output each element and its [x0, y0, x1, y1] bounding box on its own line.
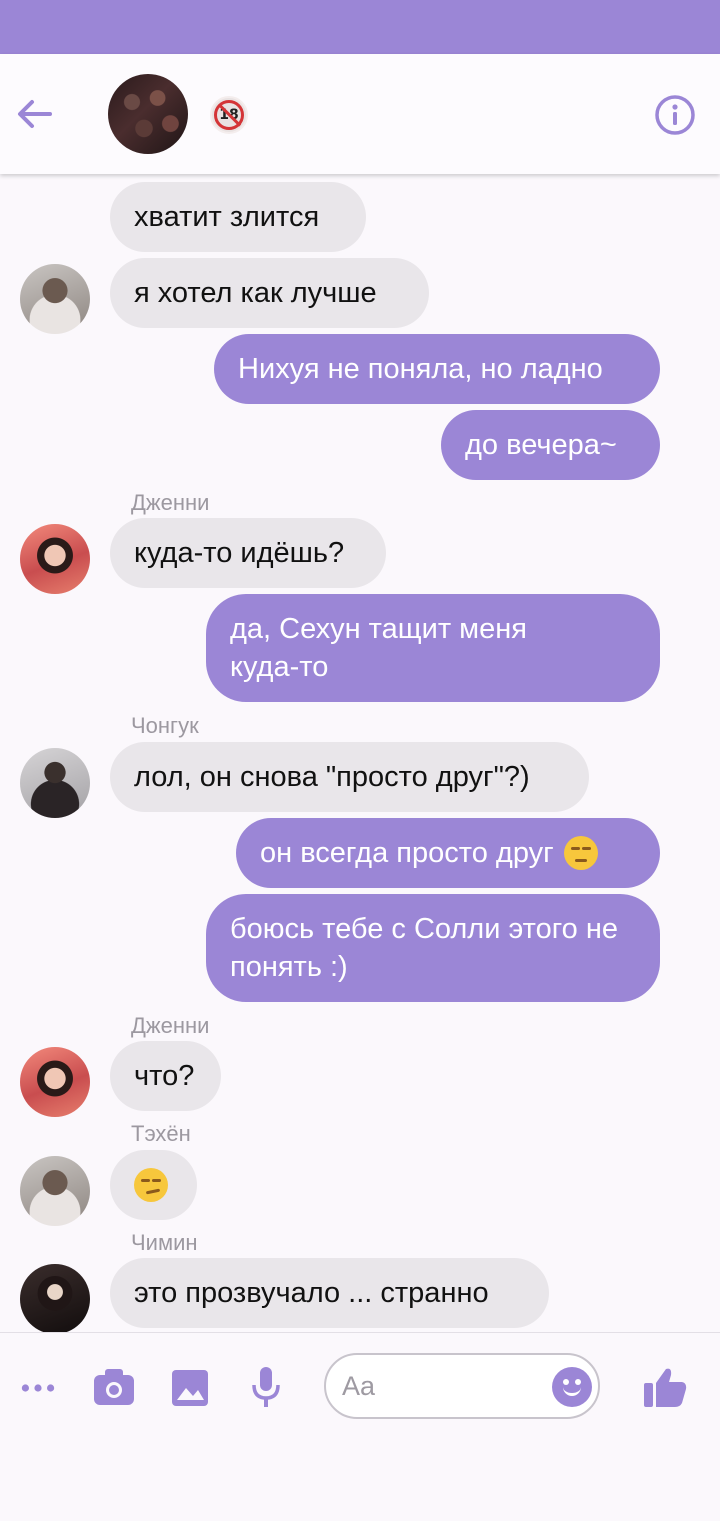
avatar[interactable]: [20, 748, 90, 818]
outgoing-message[interactable]: Нихуя не поняла, но ладно: [214, 334, 660, 404]
status-bar: [0, 0, 720, 54]
group-avatar[interactable]: [108, 74, 188, 154]
outgoing-message[interactable]: до вечера~: [441, 410, 660, 480]
age-restriction-badge: 18: [210, 96, 248, 134]
incoming-message[interactable]: это прозвучало ... странно: [110, 1258, 549, 1328]
message-text: он всегда просто друг: [260, 837, 554, 869]
more-dots-icon[interactable]: [20, 1379, 56, 1397]
sender-name: Чимин: [131, 1230, 198, 1255]
back-arrow-icon[interactable]: [14, 94, 54, 134]
message-text: лол, он снова "просто друг"?): [134, 761, 530, 793]
message-text: хватит злится: [134, 201, 320, 233]
message-text: что?: [134, 1060, 195, 1092]
incoming-message[interactable]: что?: [110, 1041, 221, 1111]
sender-name: Дженни: [131, 490, 210, 515]
message-text: да, Сехун тащит меня куда-то: [230, 613, 527, 683]
message-text: я хотел как лучше: [134, 277, 377, 309]
avatar[interactable]: [20, 524, 90, 594]
message-input[interactable]: Aa: [324, 1353, 600, 1419]
unamused-face-icon: [563, 836, 598, 870]
microphone-icon[interactable]: [251, 1365, 281, 1409]
avatar[interactable]: [20, 1047, 90, 1117]
input-placeholder: Aa: [342, 1371, 376, 1401]
avatar[interactable]: [20, 1264, 90, 1334]
incoming-message[interactable]: лол, он снова "просто друг"?): [110, 742, 589, 812]
image-icon[interactable]: [170, 1368, 210, 1408]
incoming-message[interactable]: хватит злится: [110, 182, 366, 252]
smirking-face-icon: [134, 1168, 168, 1202]
message-text: Нихуя не поняла, но ладно: [238, 353, 603, 385]
sender-name: Дженни: [131, 1013, 210, 1038]
sender-name: Чонгук: [131, 713, 199, 738]
incoming-message[interactable]: куда-то идёшь?: [110, 518, 386, 588]
incoming-message[interactable]: [110, 1150, 197, 1220]
camera-icon[interactable]: [92, 1367, 136, 1407]
thumbs-up-icon[interactable]: [642, 1365, 688, 1409]
outgoing-message[interactable]: боюсь тебе с Солли этого не понять :): [206, 894, 660, 1002]
emoji-icon[interactable]: [552, 1367, 592, 1407]
incoming-message[interactable]: я хотел как лучше: [110, 258, 429, 328]
avatar[interactable]: [20, 264, 90, 334]
sender-name: Тэхён: [131, 1121, 191, 1146]
message-text: до вечера~: [465, 429, 617, 461]
avatar[interactable]: [20, 1156, 90, 1226]
message-text: куда-то идёшь?: [134, 537, 345, 569]
message-text: боюсь тебе с Солли этого не понять :): [230, 913, 618, 983]
outgoing-message[interactable]: да, Сехун тащит меня куда-то: [206, 594, 660, 702]
message-text: это прозвучало ... странно: [134, 1277, 489, 1309]
message-composer: Aa: [0, 1332, 720, 1521]
info-icon[interactable]: [654, 94, 696, 136]
outgoing-message[interactable]: он всегда просто друг: [236, 818, 660, 888]
chat-header: 18: [0, 54, 720, 174]
